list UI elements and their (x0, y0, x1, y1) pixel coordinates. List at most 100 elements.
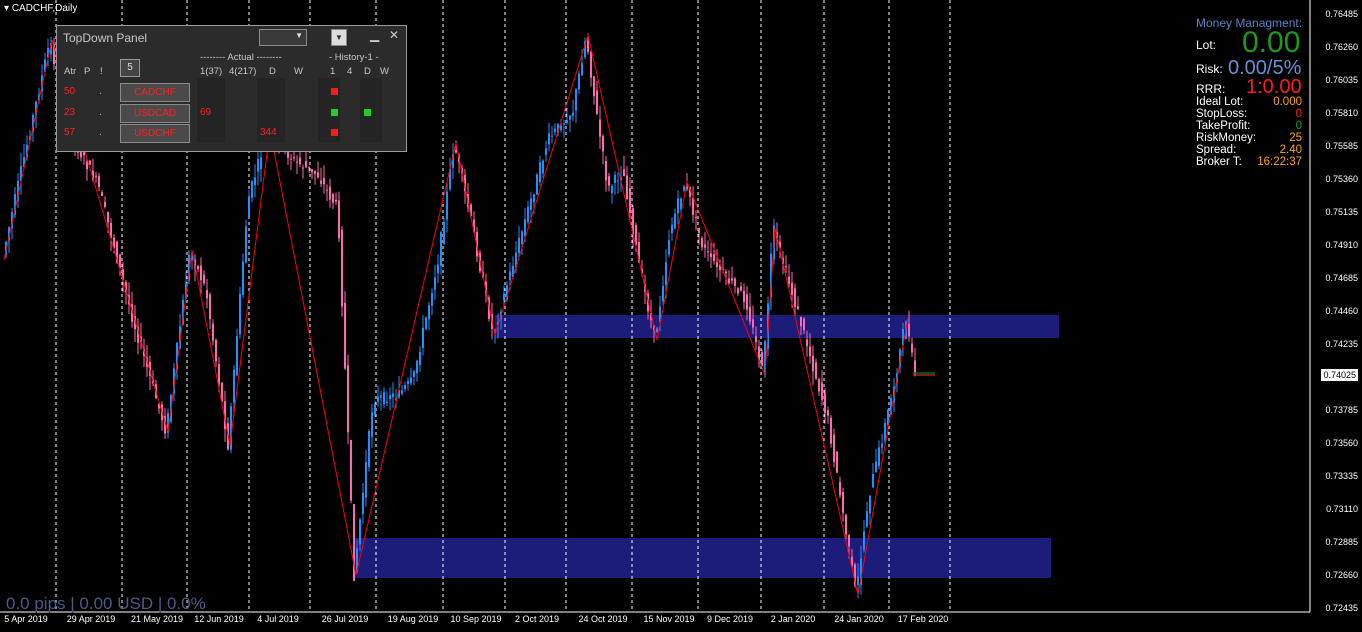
close-icon[interactable]: ✕ (389, 28, 399, 42)
candle-body (215, 340, 217, 362)
candle-body (533, 194, 535, 203)
candle-body (725, 271, 727, 274)
candle-body (869, 495, 871, 514)
candle-body (872, 474, 874, 488)
mm-value: 0 (1295, 108, 1302, 120)
date-tick-label: 12 Jun 2019 (194, 614, 244, 624)
candle-body (209, 294, 211, 320)
candle-body (848, 535, 850, 547)
candle-body (797, 306, 799, 310)
support-zone[interactable] (355, 538, 1051, 578)
candle-body (368, 431, 370, 467)
price-tick-label: 0.73110 (1326, 504, 1358, 514)
candle-body (683, 186, 685, 191)
topdown-panel[interactable]: TopDown Panel ▼ ▼ ▁ ✕ -------- Actual --… (56, 25, 407, 152)
trend-indicator-red (331, 88, 338, 95)
candle-body (605, 161, 607, 181)
row-h1-value: 69 (200, 107, 212, 118)
mm-key: StopLoss: (1196, 108, 1248, 120)
date-tick-label: 24 Jan 2020 (834, 614, 884, 624)
minimize-icon[interactable]: ▁ (370, 28, 379, 42)
symbol-button-cadchf[interactable]: CADCHF (120, 83, 190, 102)
chart-symbol-title: ▾ CADCHF,Daily (4, 3, 77, 14)
candle-body (536, 174, 538, 195)
h4-header: 4(217) (229, 66, 257, 77)
candle-body (329, 186, 331, 200)
row-p: . (99, 86, 102, 97)
candle-body (749, 306, 751, 322)
panel-title[interactable]: TopDown Panel (63, 31, 147, 45)
candle-body (842, 492, 844, 513)
timeframe-dropdown[interactable]: ▼ (259, 29, 307, 46)
actual-group-header: -------- Actual -------- (200, 52, 282, 63)
candle-body (578, 73, 580, 90)
mm-key: Ideal Lot: (1196, 96, 1244, 108)
symbol-button-usdchf[interactable]: USDCHF (120, 124, 190, 143)
candle-body (119, 254, 121, 268)
price-tick-label: 0.76260 (1325, 42, 1358, 52)
candle-body (443, 221, 445, 244)
risk-label: Risk: (1196, 62, 1223, 76)
candle-body (302, 167, 304, 169)
candle-body (668, 240, 670, 255)
candle-body (866, 511, 868, 527)
candle-body (596, 90, 598, 114)
panel-row: 23 . USDCAD 69 (57, 103, 406, 123)
date-tick-label: 4 Jul 2019 (257, 614, 299, 624)
price-tick-label: 0.74235 (1325, 339, 1358, 349)
candle-body (599, 119, 601, 137)
panel-menu-button[interactable]: ▼ (331, 29, 347, 46)
candle-body (344, 302, 346, 369)
candle-body (413, 371, 415, 377)
candle-body (788, 276, 790, 284)
candle-body (254, 177, 256, 186)
w-header: W (294, 66, 303, 77)
candle-body (365, 462, 367, 498)
candle-body (635, 224, 637, 245)
chevron-down-icon: ▼ (295, 31, 303, 40)
candle-body (908, 323, 910, 337)
symbol-button-usdcad[interactable]: USDCAD (120, 104, 190, 123)
candle-body (707, 251, 709, 253)
candle-body (203, 274, 205, 284)
price-tick-label: 0.76035 (1325, 75, 1358, 85)
candle-body (107, 211, 109, 223)
atr-header: Atr (64, 66, 77, 77)
candle-body (380, 395, 382, 398)
candle-body (251, 181, 253, 198)
candle-body (755, 336, 757, 343)
mm-value: 0 (1295, 120, 1302, 132)
date-tick-label: 2 Oct 2019 (514, 614, 560, 624)
rrr-label: RRR: (1196, 82, 1226, 96)
candle-body (698, 228, 700, 233)
price-tick-label: 0.73785 (1325, 405, 1358, 415)
candle-body (104, 201, 106, 207)
candle-body (518, 237, 520, 253)
candle-body (317, 172, 319, 178)
candle-body (239, 293, 241, 335)
candle-body (710, 253, 712, 258)
d-header: D (269, 66, 276, 77)
trend-indicator-red (331, 129, 338, 136)
candle-body (377, 396, 379, 402)
mm-value: 0.000 (1273, 96, 1302, 108)
period-button[interactable]: 5 (120, 59, 140, 77)
candle-body (785, 266, 787, 268)
resistance-zone[interactable] (495, 315, 1059, 338)
candle-body (554, 128, 556, 133)
chart-menu-icon[interactable]: ▾ (4, 3, 9, 14)
candle-body (320, 180, 322, 184)
candle-body (410, 377, 412, 384)
row-atr: 50 (64, 86, 76, 97)
candle-body (623, 169, 625, 177)
history-group-header: - History-1 - (329, 52, 379, 63)
candle-body (629, 188, 631, 213)
price-tick-label: 0.73335 (1325, 471, 1358, 481)
excl-header: ! (100, 66, 103, 77)
candle-body (434, 277, 436, 290)
candle-body (308, 166, 310, 168)
candle-body (566, 120, 568, 123)
candle-body (914, 360, 916, 373)
candle-body (839, 482, 841, 496)
hist-w-header: W (380, 66, 389, 77)
